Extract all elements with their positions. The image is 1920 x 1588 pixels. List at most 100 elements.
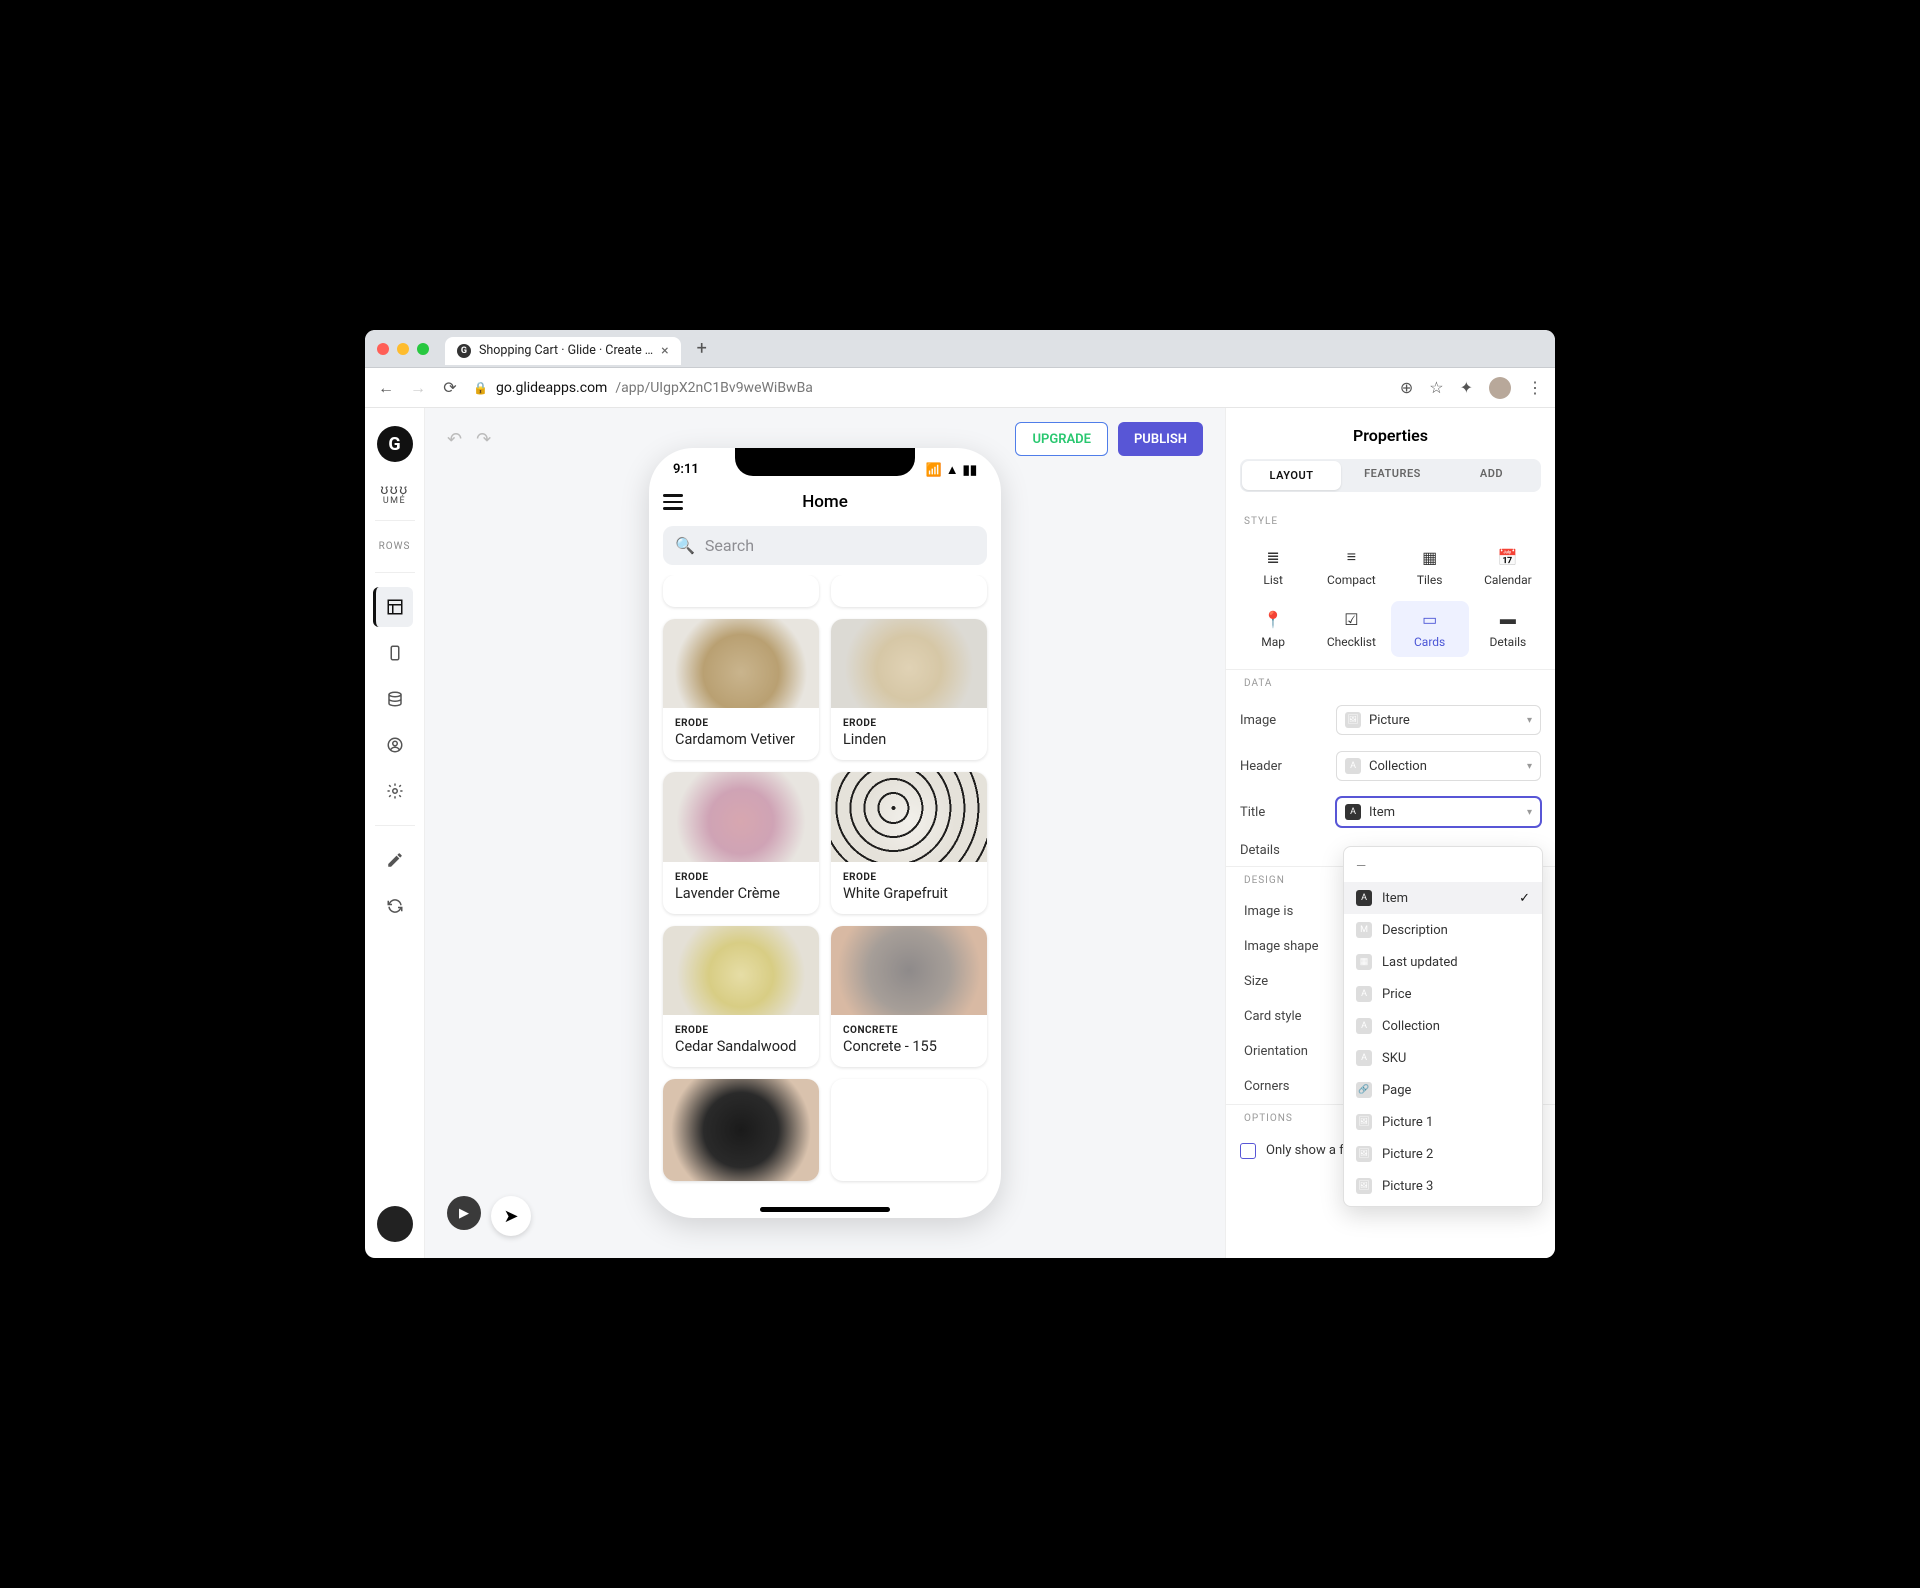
tab-title: Shopping Cart · Glide · Create … — [479, 343, 653, 358]
rail-tab-sync[interactable] — [375, 886, 415, 926]
product-card[interactable]: ERODECardamom Vetiver — [663, 619, 819, 760]
minimize-window[interactable] — [397, 343, 409, 355]
select-header[interactable]: A Collection ▾ — [1336, 751, 1541, 781]
rail-tab-settings[interactable] — [375, 771, 415, 811]
dropdown-item[interactable]: ASKU — [1344, 1042, 1542, 1074]
redo-icon[interactable]: ↷ — [476, 429, 491, 450]
rail-tab-data[interactable] — [375, 679, 415, 719]
card-header: ERODE — [843, 872, 975, 883]
style-list[interactable]: ≣List — [1234, 539, 1312, 595]
dropdown-item[interactable]: 🖼Picture 1 — [1344, 1106, 1542, 1138]
card-edge — [831, 575, 987, 607]
style-compact[interactable]: ≡Compact — [1312, 539, 1390, 595]
product-card[interactable] — [831, 1079, 987, 1181]
battery-icon: ▮▮ — [963, 463, 977, 478]
label-image: Image — [1240, 713, 1326, 728]
dropdown-item[interactable]: APrice — [1344, 978, 1542, 1010]
dropdown-item[interactable]: 🖼Picture 3 — [1344, 1170, 1542, 1202]
tab-add[interactable]: ADD — [1442, 459, 1541, 492]
text-field-icon: A — [1356, 1018, 1372, 1034]
dropdown-item[interactable]: MDescription — [1344, 914, 1542, 946]
product-card[interactable]: ERODECedar Sandalwood — [663, 926, 819, 1067]
search-placeholder: Search — [705, 536, 754, 555]
rail-tab-edit[interactable] — [375, 840, 415, 880]
label-header: Header — [1240, 759, 1326, 774]
dropdown-item[interactable]: ▦Last updated — [1344, 946, 1542, 978]
play-button[interactable]: ▶ — [447, 1196, 481, 1230]
glide-logo[interactable]: G — [377, 426, 413, 462]
upgrade-button[interactable]: UPGRADE — [1015, 422, 1107, 456]
undo-icon[interactable]: ↶ — [447, 429, 462, 450]
product-card[interactable]: ERODELinden — [831, 619, 987, 760]
details-icon: ▬ — [1498, 609, 1518, 629]
dropdown-item[interactable]: 🔗Page — [1344, 1074, 1542, 1106]
playback-controls: ▶ ➤ — [447, 1196, 531, 1236]
close-tab-icon[interactable]: × — [661, 343, 668, 359]
url-field[interactable]: 🔒 go.glideapps.com/app/UIgpX2nC1Bv9weWiB… — [473, 380, 1386, 396]
checkbox[interactable] — [1240, 1143, 1256, 1159]
rail-tab-layout[interactable] — [373, 587, 413, 627]
phone-preview: 9:11 📶 ▲ ▮▮ Home 🔍 Search — [649, 448, 1001, 1218]
select-title[interactable]: A Item ▾ — [1336, 797, 1541, 827]
wifi-icon: ▲ — [946, 462, 959, 478]
card-image — [831, 772, 987, 861]
chevron-down-icon: ▾ — [1527, 715, 1532, 726]
text-field-icon: M — [1356, 922, 1372, 938]
style-calendar[interactable]: 📅Calendar — [1469, 539, 1547, 595]
phone-notch — [735, 448, 915, 476]
maximize-window[interactable] — [417, 343, 429, 355]
dropdown-item[interactable]: AItem✓ — [1344, 882, 1542, 914]
card-title: Lavender Crème — [675, 885, 807, 902]
product-card[interactable]: ERODEWhite Grapefruit — [831, 772, 987, 913]
product-card[interactable]: CONCRETE Concrete - 155 — [831, 926, 987, 1067]
forward-icon[interactable]: → — [409, 378, 427, 398]
compact-icon: ≡ — [1341, 547, 1361, 567]
style-grid: ≣List ≡Compact ▦Tiles 📅Calendar 📍Map ☑Ch… — [1226, 535, 1555, 669]
product-card[interactable] — [663, 1079, 819, 1181]
calendar-icon: 📅 — [1498, 547, 1518, 567]
cursor-button[interactable]: ➤ — [491, 1196, 531, 1236]
style-cards[interactable]: ▭Cards — [1391, 601, 1469, 657]
left-rail: G ʊʊʊ UMÉ ROWS — [365, 408, 425, 1258]
back-icon[interactable]: ← — [377, 378, 395, 398]
rail-tab-device[interactable] — [375, 633, 415, 673]
style-tiles[interactable]: ▦Tiles — [1391, 539, 1469, 595]
project-selector[interactable]: ʊʊʊ UMÉ — [381, 482, 409, 506]
dropdown-item[interactable]: 🖼Picture 2 — [1344, 1138, 1542, 1170]
select-image[interactable]: 🖼 Picture ▾ — [1336, 705, 1541, 735]
browser-tab[interactable]: G Shopping Cart · Glide · Create … × — [445, 337, 681, 365]
kebab-icon[interactable]: ⋮ — [1527, 378, 1543, 397]
link-field-icon: 🔗 — [1356, 1082, 1372, 1098]
app-root: G ʊʊʊ UMÉ ROWS ↶ ↷ — [365, 408, 1555, 1258]
tab-features[interactable]: FEATURES — [1343, 459, 1442, 492]
zoom-icon[interactable]: ⊕ — [1400, 378, 1413, 397]
data-row-header: Header A Collection ▾ — [1226, 743, 1555, 789]
rail-tab-users[interactable] — [375, 725, 415, 765]
card-image — [663, 1079, 819, 1181]
style-details[interactable]: ▬Details — [1469, 601, 1547, 657]
image-field-icon: 🖼 — [1356, 1146, 1372, 1162]
reload-icon[interactable]: ⟳ — [441, 378, 459, 397]
new-tab-button[interactable]: + — [689, 338, 715, 359]
close-window[interactable] — [377, 343, 389, 355]
style-checklist[interactable]: ☑Checklist — [1312, 601, 1390, 657]
star-icon[interactable]: ☆ — [1429, 378, 1443, 397]
profile-avatar[interactable] — [1489, 377, 1511, 399]
card-title: Concrete - 155 — [843, 1038, 975, 1055]
signal-icon: 📶 — [926, 463, 942, 478]
cards-grid[interactable]: ERODECardamom Vetiver ERODELinden ERODEL… — [649, 575, 1001, 1195]
user-avatar[interactable] — [377, 1206, 413, 1242]
text-field-icon: A — [1356, 890, 1372, 906]
publish-button[interactable]: PUBLISH — [1118, 422, 1203, 456]
style-map[interactable]: 📍Map — [1234, 601, 1312, 657]
card-header: CONCRETE — [843, 1025, 975, 1036]
cards-icon: ▭ — [1420, 609, 1440, 629]
extensions-icon[interactable]: ✦ — [1460, 378, 1473, 397]
dropdown-item-none[interactable]: — — [1344, 851, 1542, 882]
card-title: Cedar Sandalwood — [675, 1038, 807, 1055]
text-field-icon: A — [1356, 986, 1372, 1002]
search-input[interactable]: 🔍 Search — [663, 526, 987, 565]
tab-layout[interactable]: LAYOUT — [1242, 461, 1341, 490]
dropdown-item[interactable]: ACollection — [1344, 1010, 1542, 1042]
product-card[interactable]: ERODELavender Crème — [663, 772, 819, 913]
